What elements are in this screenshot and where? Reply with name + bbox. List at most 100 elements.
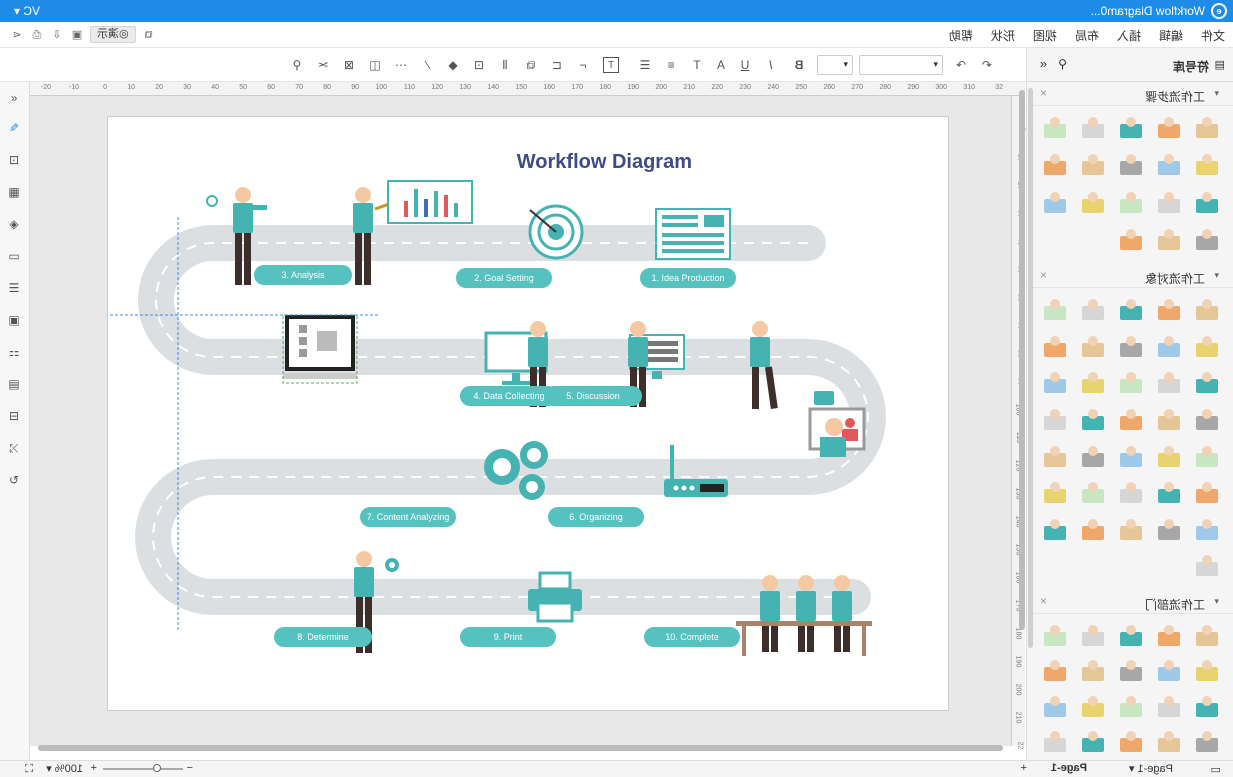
page-nav-icon[interactable]: ▭ (1211, 763, 1221, 776)
workflow-object-shape-icon[interactable] (1115, 331, 1147, 363)
underline-icon[interactable]: U (737, 57, 753, 73)
workflow-department-shape-icon[interactable] (1153, 655, 1185, 687)
workflow-object-shape-icon[interactable] (1153, 331, 1185, 363)
workflow-step-shape-icon[interactable] (1191, 149, 1223, 181)
text-style-icon[interactable]: T (689, 57, 705, 73)
workflow-step-shape-icon[interactable] (1115, 224, 1147, 256)
size-icon[interactable]: ⊡ (471, 57, 487, 73)
workflow-object-shape-icon[interactable] (1191, 294, 1223, 326)
workflow-object-shape-icon[interactable] (1039, 477, 1071, 509)
lock-icon[interactable]: ⊠ (341, 57, 357, 73)
line-spacing-icon[interactable]: ☰ (637, 57, 653, 73)
workflow-object-shape-icon[interactable] (1191, 404, 1223, 436)
table-icon[interactable]: ⊟ (6, 408, 22, 424)
workflow-department-shape-icon[interactable] (1191, 620, 1223, 652)
theme-icon[interactable]: ▦ (6, 184, 22, 200)
data-icon[interactable]: ☰ (6, 280, 22, 296)
org-chart-icon[interactable]: ⚏ (6, 344, 22, 360)
workflow-object-shape-icon[interactable] (1153, 404, 1185, 436)
workflow-step-shape-icon[interactable] (1115, 112, 1147, 144)
zoom-slider[interactable] (103, 768, 183, 770)
workflow-department-shape-icon[interactable] (1039, 620, 1071, 652)
workflow-step-shape-icon[interactable] (1191, 224, 1223, 256)
step-label[interactable]: 8. Determine (274, 627, 372, 647)
workflow-object-shape-icon[interactable] (1077, 294, 1109, 326)
category-workflow-objects[interactable]: ▾ 工作流对象 × (1027, 264, 1233, 288)
workflow-department-shape-icon[interactable] (1077, 726, 1109, 758)
workflow-department-shape-icon[interactable] (1153, 726, 1185, 758)
workflow-object-shape-icon[interactable] (1077, 477, 1109, 509)
library-scrollbar[interactable] (1028, 88, 1033, 648)
page-setup-icon[interactable]: ⊡ (6, 152, 22, 168)
step-label[interactable]: 10. Complete (644, 627, 740, 647)
workflow-object-shape-icon[interactable] (1077, 441, 1109, 473)
workflow-department-shape-icon[interactable] (1077, 620, 1109, 652)
category-workflow-departments[interactable]: ▾ 工作流部门 × (1027, 590, 1233, 614)
diagram-page[interactable]: Workflow Diagram 3. Analysis 2. Goal Set… (107, 116, 949, 711)
workflow-object-shape-icon[interactable] (1191, 331, 1223, 363)
workflow-department-shape-icon[interactable] (1153, 620, 1185, 652)
workflow-object-shape-icon[interactable] (1191, 367, 1223, 399)
tools-icon[interactable]: ✂ (315, 57, 331, 73)
workflow-object-shape-icon[interactable] (1115, 441, 1147, 473)
zoom-search-icon[interactable]: ⚲ (289, 57, 305, 73)
menu-edit[interactable]: 编辑 (1159, 27, 1183, 44)
add-page-icon[interactable]: + (1021, 762, 1027, 774)
workflow-department-shape-icon[interactable] (1115, 726, 1147, 758)
workflow-department-shape-icon[interactable] (1191, 726, 1223, 758)
align-icon[interactable]: ≡ (663, 57, 679, 73)
menu-layout[interactable]: 布局 (1075, 27, 1099, 44)
workflow-step-shape-icon[interactable] (1153, 224, 1185, 256)
workflow-object-shape-icon[interactable] (1039, 331, 1071, 363)
layers-icon[interactable]: ◈ (6, 216, 22, 232)
menu-file[interactable]: 文件 (1201, 27, 1225, 44)
workflow-object-shape-icon[interactable] (1191, 441, 1223, 473)
workflow-step-shape-icon[interactable] (1039, 187, 1071, 219)
workflow-object-shape-icon[interactable] (1077, 331, 1109, 363)
shadow-icon[interactable]: ◫ (367, 57, 383, 73)
workflow-step-shape-icon[interactable] (1077, 187, 1109, 219)
search-icon[interactable]: ⚲ (1058, 57, 1067, 71)
connector-icon[interactable]: ⌐ (575, 57, 591, 73)
workflow-object-shape-icon[interactable] (1153, 441, 1185, 473)
group-icon[interactable]: ⧉ (523, 57, 539, 73)
close-icon[interactable]: × (1040, 268, 1047, 282)
workflow-department-shape-icon[interactable] (1153, 691, 1185, 723)
step-label[interactable]: 2. Goal Setting (456, 268, 552, 288)
workflow-step-shape-icon[interactable] (1039, 149, 1071, 181)
workflow-object-shape-icon[interactable] (1077, 367, 1109, 399)
share-icon[interactable]: ⋖ (10, 28, 24, 42)
page-select[interactable]: Page-1 ▾ (1129, 762, 1173, 775)
workflow-object-shape-icon[interactable] (1115, 404, 1147, 436)
flow-icon[interactable]: ⤨ (6, 440, 22, 456)
line-color-icon[interactable]: ∕ (419, 57, 435, 73)
close-icon[interactable]: × (1040, 86, 1047, 100)
workflow-object-shape-icon[interactable] (1115, 367, 1147, 399)
canvas-horizontal-scrollbar[interactable] (38, 745, 1003, 751)
redo-icon[interactable]: ↷ (953, 57, 969, 73)
screen-icon[interactable]: ⧉ (142, 28, 156, 42)
page-tab[interactable]: Page-1 (1051, 762, 1087, 774)
workflow-object-shape-icon[interactable] (1153, 367, 1185, 399)
workflow-object-shape-icon[interactable] (1153, 514, 1185, 546)
workflow-step-shape-icon[interactable] (1191, 187, 1223, 219)
distribute-icon[interactable]: ⫴ (497, 57, 513, 73)
font-color-icon[interactable]: A (713, 57, 729, 73)
print-icon[interactable]: ⎙ (30, 28, 44, 42)
workflow-department-shape-icon[interactable] (1115, 620, 1147, 652)
workflow-object-shape-icon[interactable] (1115, 294, 1147, 326)
workflow-department-shape-icon[interactable] (1115, 655, 1147, 687)
workflow-department-shape-icon[interactable] (1115, 691, 1147, 723)
zoom-in-icon[interactable]: + (91, 762, 97, 774)
image-icon[interactable]: ▣ (6, 312, 22, 328)
user-menu[interactable]: VC ▾ (14, 4, 40, 18)
workflow-department-shape-icon[interactable] (1191, 691, 1223, 723)
workflow-step-shape-icon[interactable] (1191, 112, 1223, 144)
zoom-select[interactable]: 100% ▾ (46, 762, 83, 775)
bold-icon[interactable]: B (791, 57, 807, 73)
workflow-department-shape-icon[interactable] (1039, 726, 1071, 758)
laptop-icon[interactable] (283, 315, 357, 379)
close-icon[interactable]: × (1040, 594, 1047, 608)
line-style-icon[interactable]: ⋯ (393, 57, 409, 73)
workflow-step-shape-icon[interactable] (1115, 187, 1147, 219)
